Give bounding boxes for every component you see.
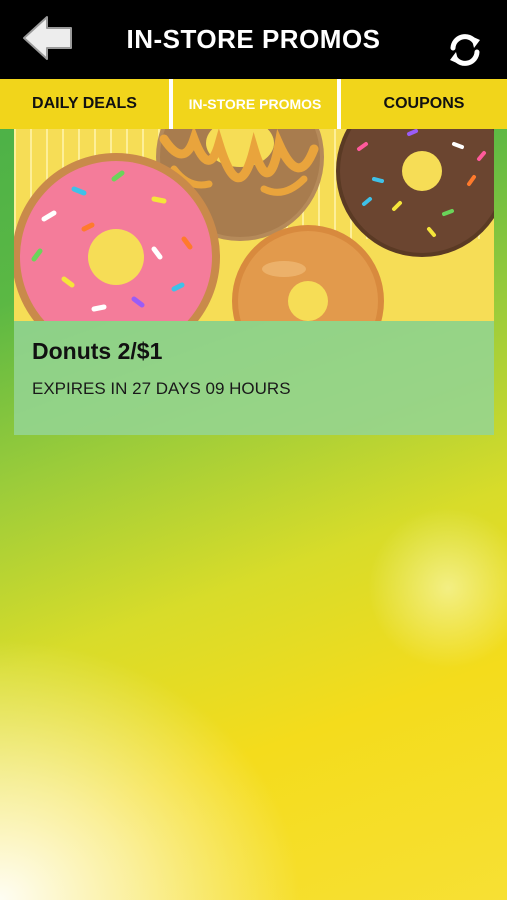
promo-title: Donuts 2/$1 [32,338,163,364]
promo-card[interactable]: Donuts 2/$1 EXPIRES IN 27 DAYS 09 HOURS [14,129,494,435]
page-title: IN-STORE PROMOS [126,24,381,54]
tab-daily-deals[interactable]: DAILY DEALS [0,79,169,129]
promo-details: Donuts 2/$1 EXPIRES IN 27 DAYS 09 HOURS [14,321,494,435]
refresh-icon [446,31,484,74]
back-arrow-icon [22,14,74,67]
promo-expiry: EXPIRES IN 27 DAYS 09 HOURS [32,379,291,398]
promo-image [14,129,494,321]
tab-in-store-promos[interactable]: IN-STORE PROMOS [169,79,341,129]
tab-bar: DAILY DEALS IN-STORE PROMOS COUPONS [0,79,507,129]
top-app-bar: IN-STORE PROMOS [0,0,507,79]
tab-coupons[interactable]: COUPONS [341,79,507,129]
refresh-button[interactable] [445,32,485,72]
back-button[interactable] [20,14,76,67]
